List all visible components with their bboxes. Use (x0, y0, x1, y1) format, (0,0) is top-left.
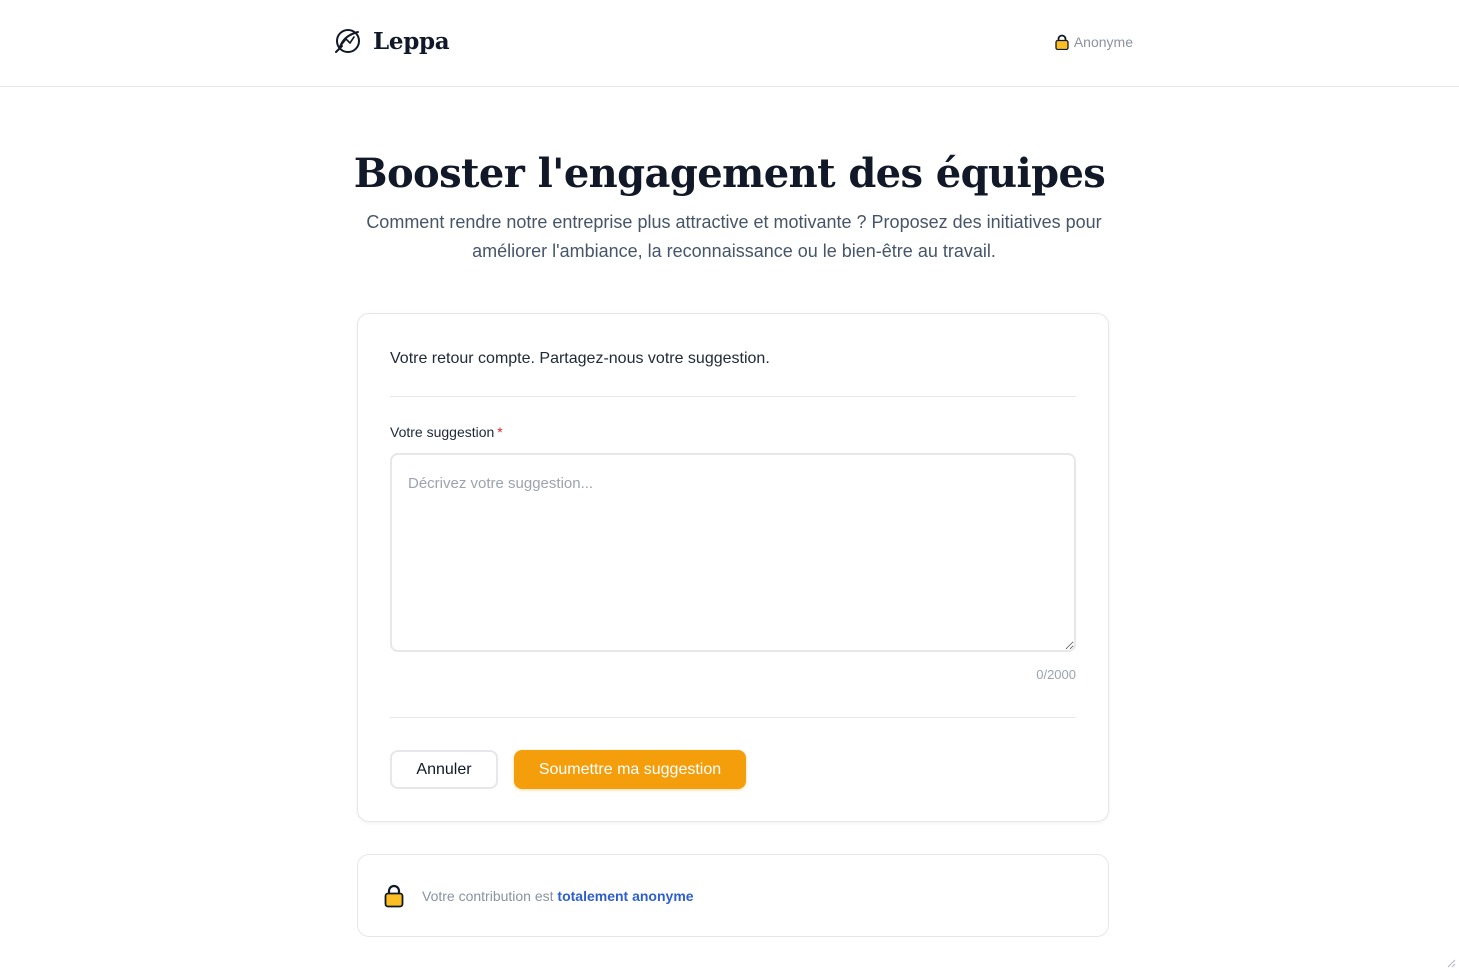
anonymity-notice: Votre contribution est totalement anonym… (357, 854, 1109, 937)
brand-name: Leppa (373, 27, 450, 55)
suggestion-field-label: Votre suggestion * (390, 424, 503, 440)
top-navigation-bar: Leppa Anonyme (0, 0, 1459, 87)
page-subtitle: Comment rendre notre entreprise plus att… (366, 212, 1102, 261)
user-status[interactable]: Anonyme (1055, 34, 1133, 50)
lock-icon (1055, 34, 1069, 50)
suggestion-textarea[interactable] (390, 453, 1076, 652)
leppa-logo-icon (335, 29, 360, 53)
suggestion-label-text: Votre suggestion (390, 424, 495, 440)
page-title: Booster l'engagement des équipes (353, 150, 1106, 197)
submit-suggestion-button[interactable]: Soumettre ma suggestion (514, 750, 746, 789)
character-counter: 0/2000 (1036, 667, 1076, 682)
notice-emphasis: totalement anonyme (557, 888, 694, 904)
form-intro-text: Votre retour compte. Partagez-nous votre… (390, 350, 770, 367)
divider (390, 717, 1076, 718)
notice-prefix: Votre contribution est (422, 888, 558, 904)
divider (390, 396, 1076, 397)
required-marker: * (497, 424, 503, 440)
lock-icon (384, 884, 404, 908)
brand[interactable]: Leppa (333, 26, 450, 56)
window-resize-grip-icon[interactable] (1446, 958, 1456, 968)
user-label: Anonyme (1073, 34, 1133, 50)
anonymity-notice-text: Votre contribution est totalement anonym… (422, 888, 694, 904)
cancel-button[interactable]: Annuler (390, 750, 498, 789)
suggestion-form-card: Votre retour compte. Partagez-nous votre… (357, 313, 1109, 822)
